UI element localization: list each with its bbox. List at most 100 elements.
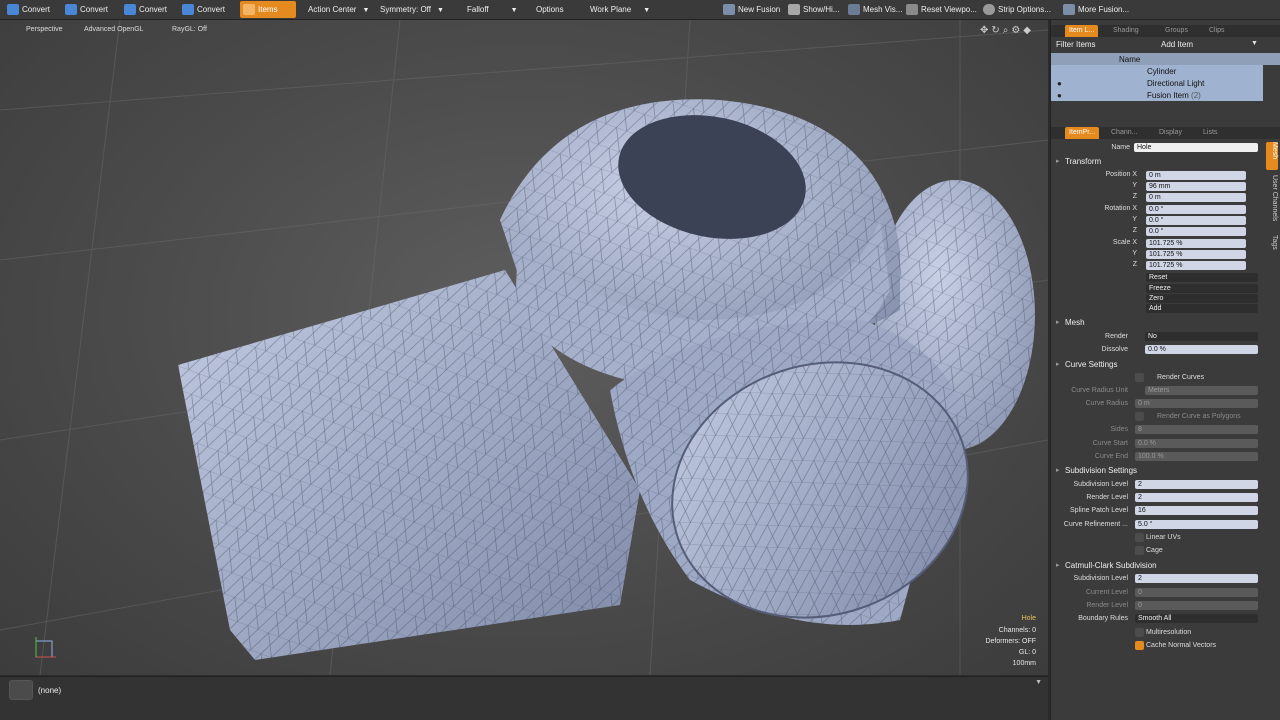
action-center-dropdown[interactable]: Action Center ▼ <box>308 1 369 18</box>
render-mode-selector[interactable]: Advanced OpenGL <box>84 26 144 33</box>
dissolve-field[interactable]: 0.0 % <box>1145 345 1258 354</box>
add-dropdown[interactable]: Add <box>1146 304 1258 313</box>
convert-button-3[interactable]: Convert <box>121 1 177 18</box>
curve-end-label: Curve End <box>1094 453 1128 460</box>
list-item[interactable]: Cylinder <box>1051 65 1263 77</box>
convert-button-4[interactable]: Convert <box>179 1 235 18</box>
list-item[interactable]: ● Directional Light <box>1051 77 1263 89</box>
convert-button-1[interactable]: Convert <box>4 1 60 18</box>
catmull-clark-section-header[interactable]: Catmull-Clark Subdivision <box>1056 561 1157 570</box>
curve-start-field[interactable]: 0.0 % <box>1135 439 1258 448</box>
add-item-button[interactable]: Add Item <box>1161 40 1193 49</box>
chevron-down-icon[interactable]: ▼ <box>1035 679 1042 686</box>
curve-radius-field[interactable]: 0 m <box>1135 399 1258 408</box>
curve-start-label: Curve Start <box>1092 440 1128 447</box>
multiresolution-label: Multiresolution <box>1146 629 1192 636</box>
item-name-field[interactable]: Hole <box>1134 143 1258 152</box>
tab-display[interactable]: Display <box>1155 127 1186 139</box>
curve-settings-section-header[interactable]: Curve Settings <box>1056 360 1118 369</box>
items-icon <box>243 4 255 15</box>
chevron-down-icon: ▼ <box>510 7 518 14</box>
scale-x-field[interactable]: 101.725 % <box>1146 239 1246 248</box>
render-curve-as-polygons-checkbox[interactable] <box>1135 412 1144 421</box>
fusion-mesh-object[interactable] <box>0 20 1048 675</box>
multiresolution-checkbox[interactable] <box>1135 628 1144 637</box>
options-button[interactable]: Options <box>536 1 564 18</box>
new-fusion-button[interactable]: New Fusion <box>720 1 780 18</box>
tab-groups[interactable]: Groups <box>1161 25 1192 37</box>
render-label: Render <box>1105 333 1128 340</box>
items-mode-button[interactable]: Items <box>240 1 296 18</box>
spline-patch-level-field[interactable]: 16 <box>1135 506 1258 515</box>
tab-shading[interactable]: Shading <box>1109 25 1143 37</box>
tab-user-channels-vertical[interactable]: User Channels <box>1266 175 1278 230</box>
curve-radius-unit-label: Curve Radius Unit <box>1071 387 1128 394</box>
mesh-visibility-button[interactable]: Mesh Vis... <box>845 1 902 18</box>
3d-viewport[interactable]: Perspective Advanced OpenGL RayGL: Off ✥… <box>0 20 1048 675</box>
reset-dropdown[interactable]: Reset <box>1146 273 1258 282</box>
fusion-icon <box>723 4 735 15</box>
boundary-rules-dropdown[interactable]: Smooth All <box>1135 614 1258 623</box>
right-panel: Item L... Shading Groups Clips Filter It… <box>1050 20 1280 720</box>
falloff-dropdown[interactable]: Falloff ▼ <box>467 1 518 18</box>
curve-refinement-label: Curve Refinement ... <box>1063 521 1128 528</box>
cc-subdivision-level-field[interactable]: 2 <box>1135 574 1258 583</box>
cache-normal-vectors-checkbox[interactable] <box>1135 641 1144 650</box>
curve-refinement-field[interactable]: 5.0 ° <box>1135 520 1258 529</box>
symmetry-dropdown[interactable]: Symmetry: Off ▼ <box>380 1 444 18</box>
subdivision-settings-section-header[interactable]: Subdivision Settings <box>1056 466 1137 475</box>
freeze-dropdown[interactable]: Freeze <box>1146 284 1258 293</box>
tab-channels[interactable]: Chann... <box>1107 127 1141 139</box>
render-curves-label: Render Curves <box>1157 374 1205 381</box>
main-toolbar: Convert Convert Convert Convert Items Ac… <box>0 0 1280 20</box>
position-y-field[interactable]: 96 mm <box>1146 182 1246 191</box>
show-hide-icon <box>788 4 800 15</box>
subdivision-level-field[interactable]: 2 <box>1135 480 1258 489</box>
eye-icon[interactable]: ● <box>1057 91 1062 100</box>
render-level-field[interactable]: 2 <box>1135 493 1258 502</box>
convert-icon <box>7 4 19 15</box>
linear-uvs-checkbox[interactable] <box>1135 533 1144 542</box>
render-dropdown[interactable]: No <box>1145 332 1258 341</box>
cage-checkbox[interactable] <box>1135 546 1144 555</box>
eye-icon[interactable]: ● <box>1057 79 1062 88</box>
mesh-section-header[interactable]: Mesh <box>1056 318 1084 327</box>
curve-radius-unit-dropdown[interactable]: Meters <box>1145 386 1258 395</box>
tab-item-list[interactable]: Item L... <box>1065 25 1099 37</box>
work-plane-dropdown[interactable]: Work Plane ▼ <box>590 1 650 18</box>
scale-z-field[interactable]: 101.725 % <box>1146 261 1246 270</box>
filter-items-button[interactable]: Filter Items <box>1056 40 1096 49</box>
tab-lists[interactable]: Lists <box>1199 127 1221 139</box>
viewport-scale-info: 100mm <box>1012 660 1036 667</box>
reset-viewport-button[interactable]: Reset Viewpo... <box>903 1 977 18</box>
item-list-header: Name <box>1051 53 1280 65</box>
viewport-item-name: Hole <box>1021 615 1036 622</box>
list-item[interactable]: ● Fusion Item (2) <box>1051 89 1263 101</box>
tab-clips[interactable]: Clips <box>1205 25 1229 37</box>
viewport-nav-icons[interactable]: ✥↻⌕⚙◆ <box>980 25 1034 36</box>
convert-button-2[interactable]: Convert <box>62 1 118 18</box>
rotation-y-field[interactable]: 0.0 ° <box>1146 216 1246 225</box>
tab-item-properties[interactable]: ItemPr... <box>1065 127 1100 139</box>
rotation-x-field[interactable]: 0.0 ° <box>1146 205 1246 214</box>
rotation-z-field[interactable]: 0.0 ° <box>1146 227 1246 236</box>
show-hide-button[interactable]: Show/Hi... <box>785 1 839 18</box>
command-status-text: (none) <box>38 686 62 695</box>
boundary-rules-label: Boundary Rules <box>1078 615 1128 622</box>
tab-tags-vertical[interactable]: Tags <box>1266 235 1278 257</box>
sides-field[interactable]: 8 <box>1135 425 1258 434</box>
strip-options-button[interactable]: Strip Options... <box>980 1 1051 18</box>
position-z-field[interactable]: 0 m <box>1146 193 1246 202</box>
chevron-down-icon[interactable]: ▼ <box>1251 40 1258 47</box>
scale-y-field[interactable]: 101.725 % <box>1146 250 1246 259</box>
view-type-selector[interactable]: Perspective <box>26 26 63 33</box>
transform-section-header[interactable]: Transform <box>1056 157 1101 166</box>
tab-mesh-vertical[interactable]: Mesh <box>1266 142 1278 170</box>
render-curves-checkbox[interactable] <box>1135 373 1144 382</box>
raygl-toggle[interactable]: RayGL: Off <box>172 26 207 33</box>
curve-end-field[interactable]: 100.0 % <box>1135 452 1258 461</box>
zero-dropdown[interactable]: Zero <box>1146 294 1258 303</box>
command-history-button[interactable] <box>9 680 33 700</box>
more-fusion-button[interactable]: More Fusion... <box>1060 1 1129 18</box>
position-x-field[interactable]: 0 m <box>1146 171 1246 180</box>
